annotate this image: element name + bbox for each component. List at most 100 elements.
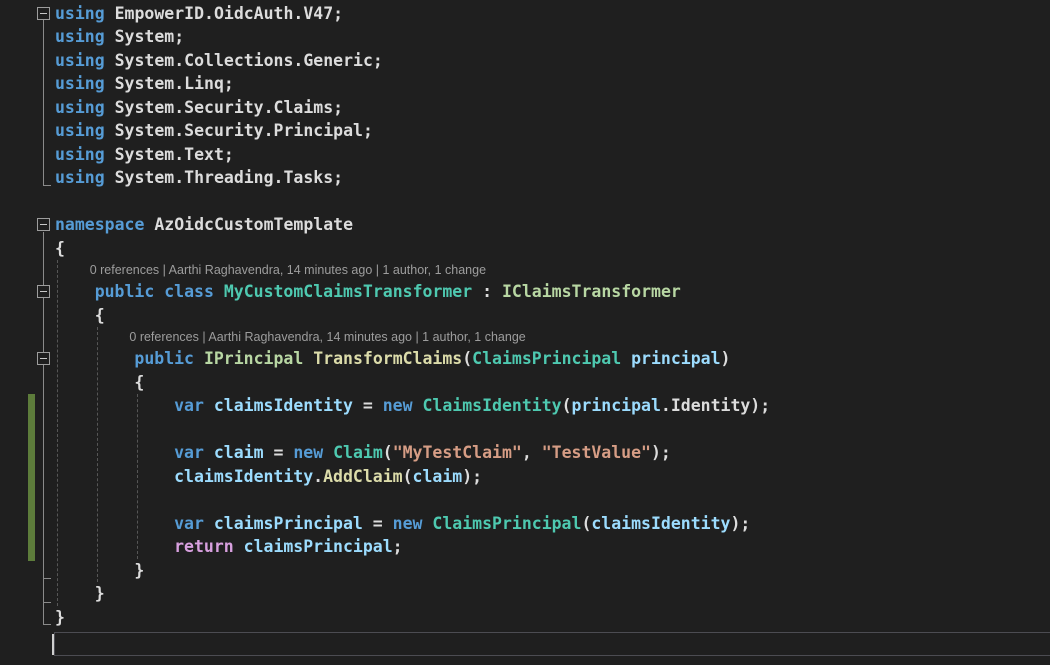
code-line[interactable]: using System.Threading.Tasks; — [0, 166, 1050, 190]
code-token: "TestValue" — [542, 443, 651, 462]
code-line[interactable]: { — [0, 371, 1050, 395]
code-line[interactable]: return claimsPrincipal; — [0, 535, 1050, 559]
code-token: EmpowerID.OidcAuth.V47; — [115, 4, 343, 23]
code-token: : — [472, 282, 502, 301]
code-line[interactable]: public IPrincipal TransformClaims(Claims… — [0, 347, 1050, 371]
code-line[interactable]: { — [0, 237, 1050, 261]
code-token: System.Text; — [115, 145, 234, 164]
code-line[interactable]: using System; — [0, 25, 1050, 49]
code-area[interactable]: using EmpowerID.OidcAuth.V47;using Syste… — [0, 0, 1050, 665]
code-token: TransformClaims — [313, 349, 462, 368]
code-token: ( — [403, 467, 413, 486]
code-token: claimsPrincipal — [244, 537, 393, 556]
code-token: claimsPrincipal — [214, 514, 363, 533]
code-token: using — [55, 121, 115, 140]
code-token: . — [313, 467, 323, 486]
code-line[interactable]: var claim = new Claim("MyTestClaim", "Te… — [0, 441, 1050, 465]
code-line[interactable]: using System.Text; — [0, 143, 1050, 167]
code-line[interactable]: } — [0, 559, 1050, 583]
code-line[interactable]: } — [0, 582, 1050, 606]
code-token: AzOidcCustomTemplate — [154, 215, 353, 234]
code-token: "MyTestClaim" — [393, 443, 522, 462]
code-token: AddClaim — [323, 467, 402, 486]
code-token: = — [363, 514, 393, 533]
code-token: MyCustomClaimsTransformer — [224, 282, 472, 301]
code-token: var — [174, 396, 214, 415]
codelens-annotation[interactable]: 0 references | Aarthi Raghavendra, 14 mi… — [0, 327, 1050, 347]
code-token: claimsIdentity — [591, 514, 730, 533]
code-token: using — [55, 4, 115, 23]
code-token: System.Security.Principal; — [115, 121, 373, 140]
code-editor[interactable]: using EmpowerID.OidcAuth.V47;using Syste… — [0, 0, 1050, 665]
code-token: ClaimsPrincipal — [472, 349, 621, 368]
code-token: ; — [393, 537, 403, 556]
code-token: ) — [721, 349, 731, 368]
code-token: using — [55, 145, 115, 164]
code-token: ( — [581, 514, 591, 533]
code-token: using — [55, 98, 115, 117]
code-token: claim — [214, 443, 264, 462]
code-line[interactable]: var claimsPrincipal = new ClaimsPrincipa… — [0, 512, 1050, 536]
current-line-highlight — [54, 632, 1050, 656]
code-token: } — [134, 561, 144, 580]
code-token: = — [264, 443, 294, 462]
code-token: ( — [562, 396, 572, 415]
code-token: System.Collections.Generic; — [115, 51, 383, 70]
code-token: using — [55, 74, 115, 93]
code-token: Claim — [333, 443, 383, 462]
code-token: public — [134, 349, 204, 368]
code-line[interactable]: } — [0, 606, 1050, 630]
code-token: principal — [631, 349, 720, 368]
code-token: new — [393, 514, 433, 533]
code-token: var — [174, 514, 214, 533]
code-token: } — [55, 608, 65, 627]
code-token: = — [353, 396, 383, 415]
code-token: } — [95, 584, 105, 603]
code-token: ClaimsIdentity — [422, 396, 561, 415]
code-token: namespace — [55, 215, 154, 234]
code-token: ClaimsPrincipal — [432, 514, 581, 533]
code-token: IPrincipal — [204, 349, 303, 368]
code-token — [621, 349, 631, 368]
code-token: { — [134, 373, 144, 392]
code-token: using — [55, 27, 115, 46]
code-token: System.Threading.Tasks; — [115, 168, 343, 187]
code-token: ); — [462, 467, 482, 486]
code-line[interactable]: public class MyCustomClaimsTransformer :… — [0, 280, 1050, 304]
text-caret — [52, 634, 54, 655]
code-line[interactable]: namespace AzOidcCustomTemplate — [0, 213, 1050, 237]
code-token: .Identity); — [661, 396, 770, 415]
code-token: new — [383, 396, 423, 415]
code-line[interactable]: { — [0, 304, 1050, 328]
code-line[interactable] — [0, 418, 1050, 442]
code-token: claimsIdentity — [174, 467, 313, 486]
code-line[interactable]: claimsIdentity.AddClaim(claim); — [0, 465, 1050, 489]
code-line[interactable]: var claimsIdentity = new ClaimsIdentity(… — [0, 394, 1050, 418]
code-line[interactable] — [0, 488, 1050, 512]
code-token: { — [95, 306, 105, 325]
code-line[interactable]: using System.Collections.Generic; — [0, 49, 1050, 73]
code-line[interactable] — [0, 190, 1050, 214]
code-token: System.Linq; — [115, 74, 234, 93]
code-token: System.Security.Claims; — [115, 98, 343, 117]
code-line[interactable]: using System.Security.Claims; — [0, 96, 1050, 120]
codelens-annotation[interactable]: 0 references | Aarthi Raghavendra, 14 mi… — [0, 260, 1050, 280]
code-token: ); — [651, 443, 671, 462]
code-token: System; — [115, 27, 185, 46]
code-token — [303, 349, 313, 368]
code-token: ( — [462, 349, 472, 368]
code-token: , — [522, 443, 542, 462]
code-token: IClaimsTransformer — [502, 282, 681, 301]
code-line[interactable]: using System.Security.Principal; — [0, 119, 1050, 143]
code-token: claim — [413, 467, 463, 486]
code-token: principal — [572, 396, 661, 415]
code-token: ); — [730, 514, 750, 533]
code-token: ( — [383, 443, 393, 462]
code-token: { — [55, 239, 65, 258]
code-token: public class — [95, 282, 224, 301]
code-line[interactable]: using EmpowerID.OidcAuth.V47; — [0, 2, 1050, 26]
code-token: var — [174, 443, 214, 462]
code-token: new — [293, 443, 333, 462]
code-token: using — [55, 168, 115, 187]
code-line[interactable]: using System.Linq; — [0, 72, 1050, 96]
